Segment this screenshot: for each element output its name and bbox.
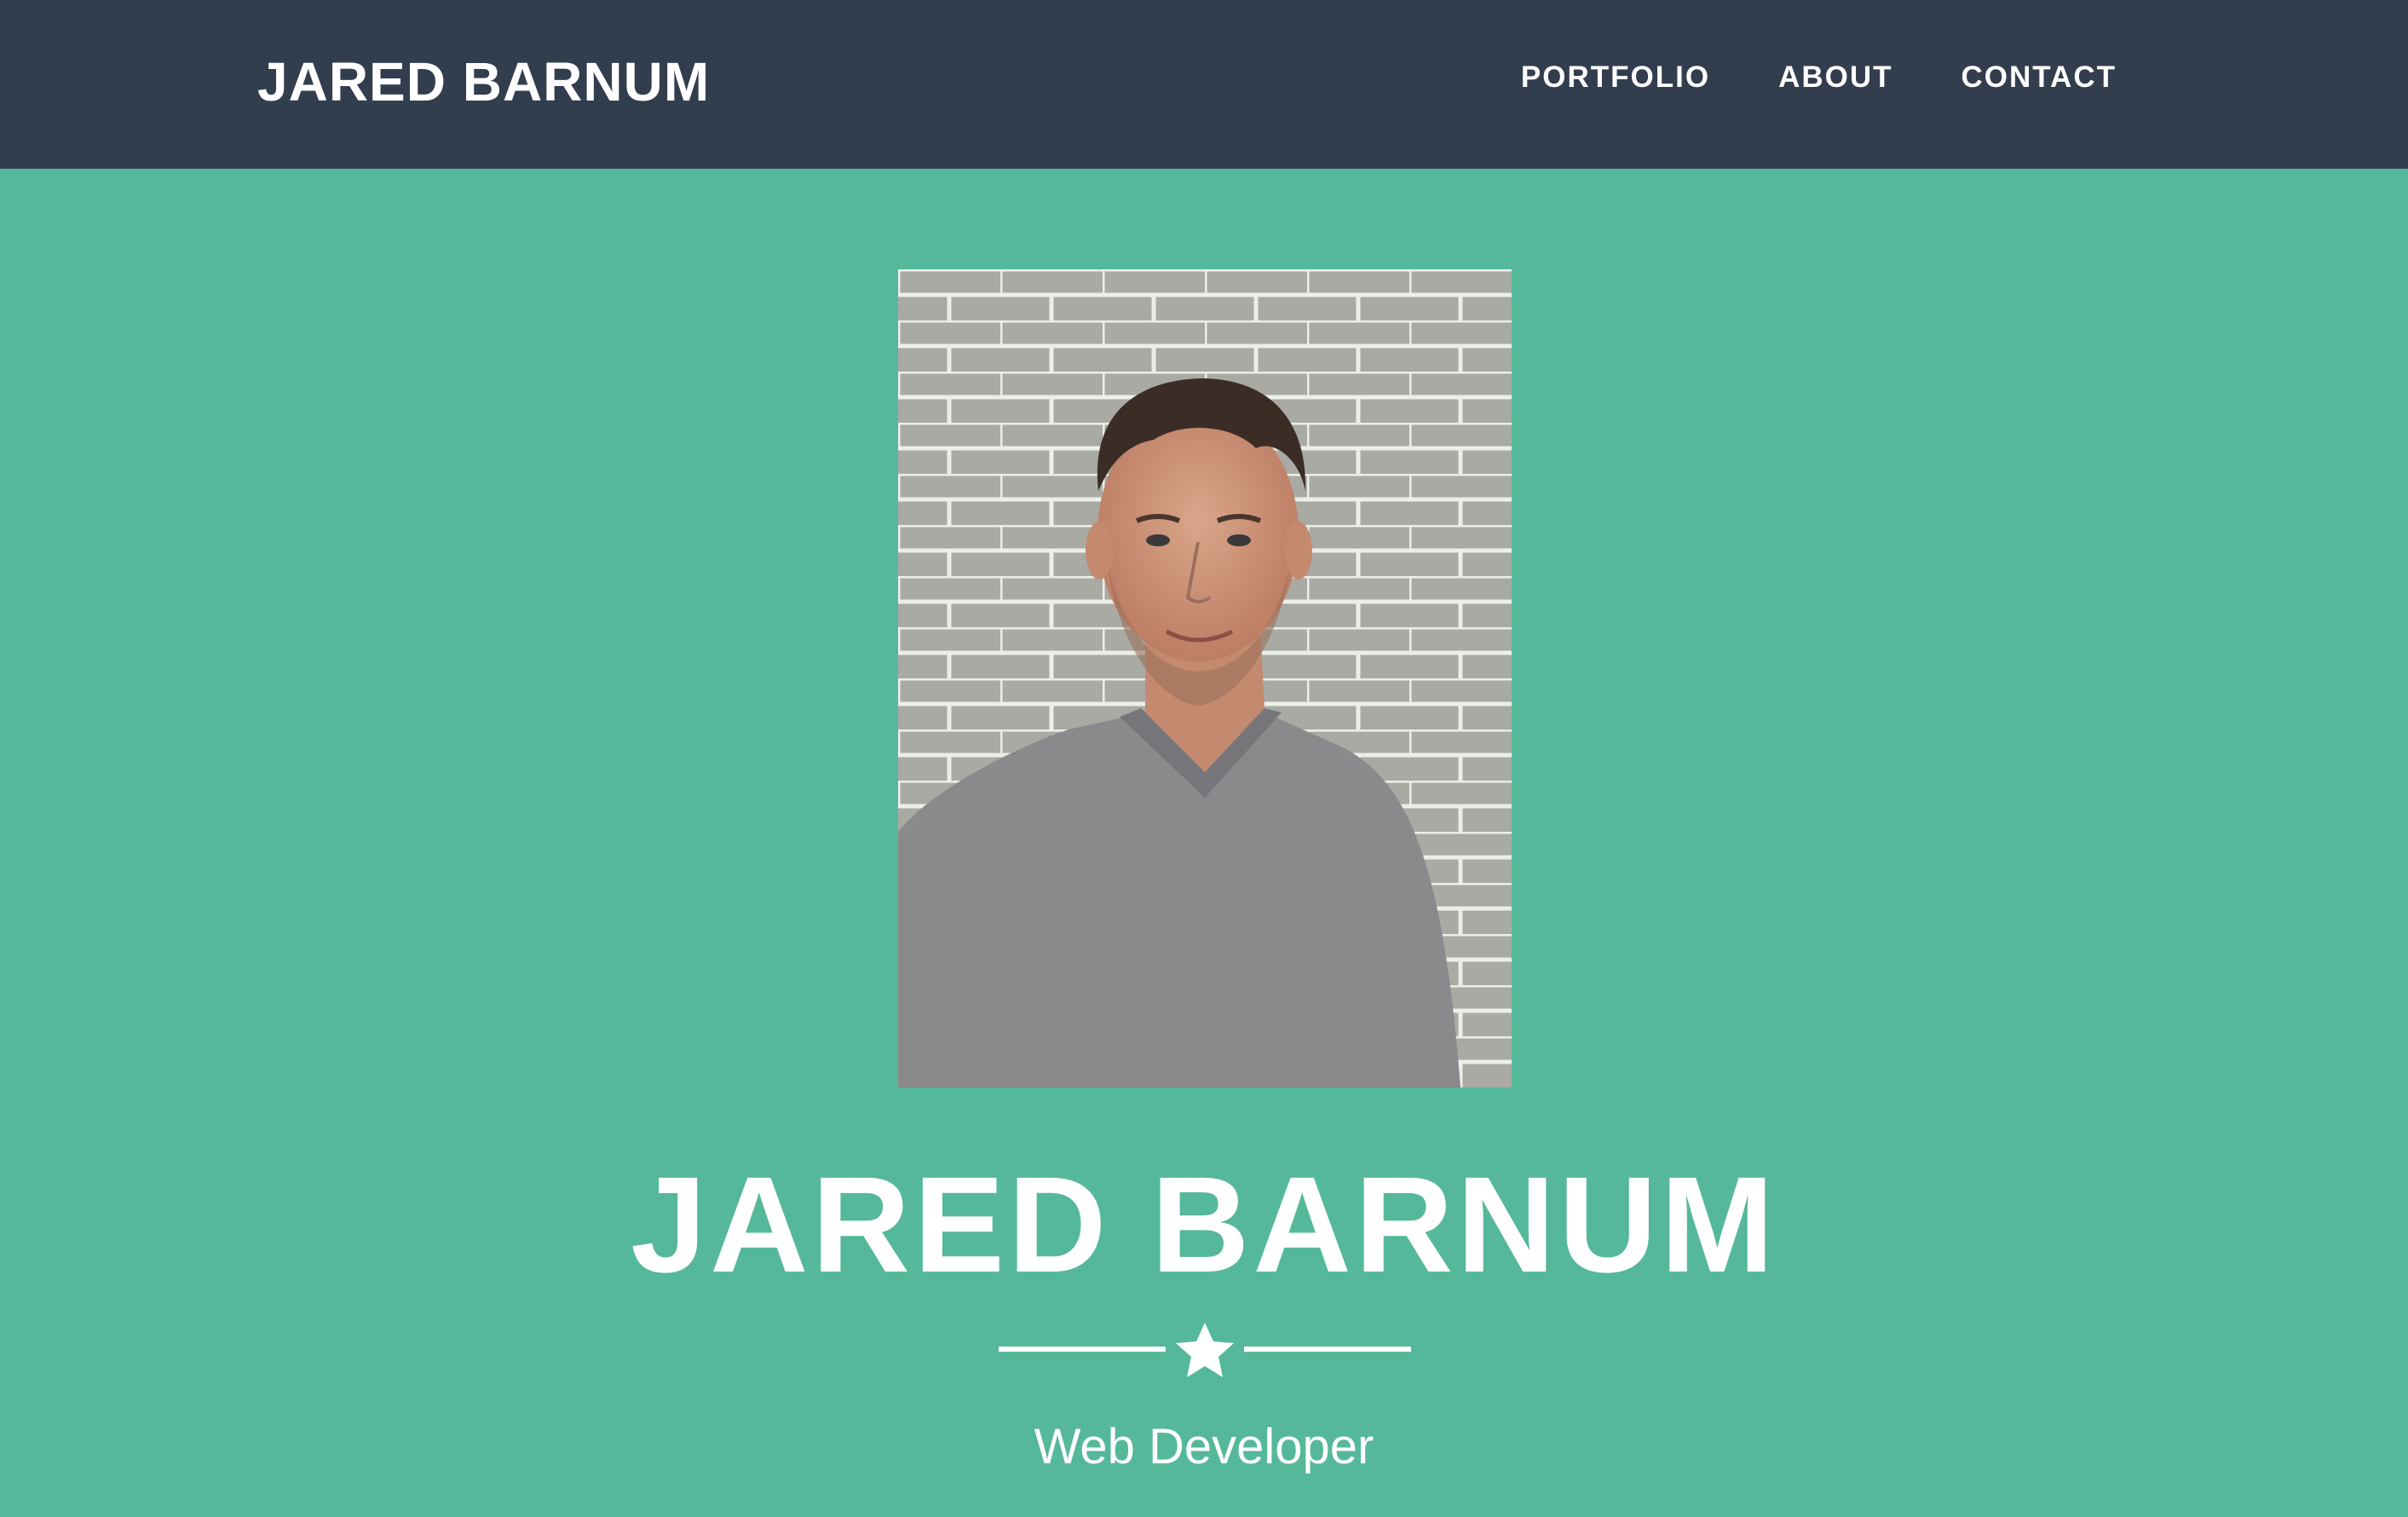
- profile-photo: [898, 269, 1512, 1087]
- profile-photo-image: [898, 269, 1512, 1087]
- brand-logo-link[interactable]: JARED BARNUM: [257, 48, 710, 116]
- star-icon: [1176, 1323, 1234, 1377]
- nav-link-portfolio[interactable]: PORTFOLIO: [1521, 61, 1710, 95]
- hero-subtitle: Web Developer: [1034, 1419, 1374, 1474]
- nav-link-contact[interactable]: CONTACT: [1962, 61, 2117, 95]
- star-divider: [999, 1323, 1411, 1377]
- nav-link-about[interactable]: ABOUT: [1778, 61, 1892, 95]
- navbar: JARED BARNUM PORTFOLIO ABOUT CONTACT: [0, 0, 2408, 169]
- nav-links: PORTFOLIO ABOUT CONTACT: [1521, 56, 2117, 99]
- hero-name-heading: JARED BARNUM: [631, 1148, 1777, 1301]
